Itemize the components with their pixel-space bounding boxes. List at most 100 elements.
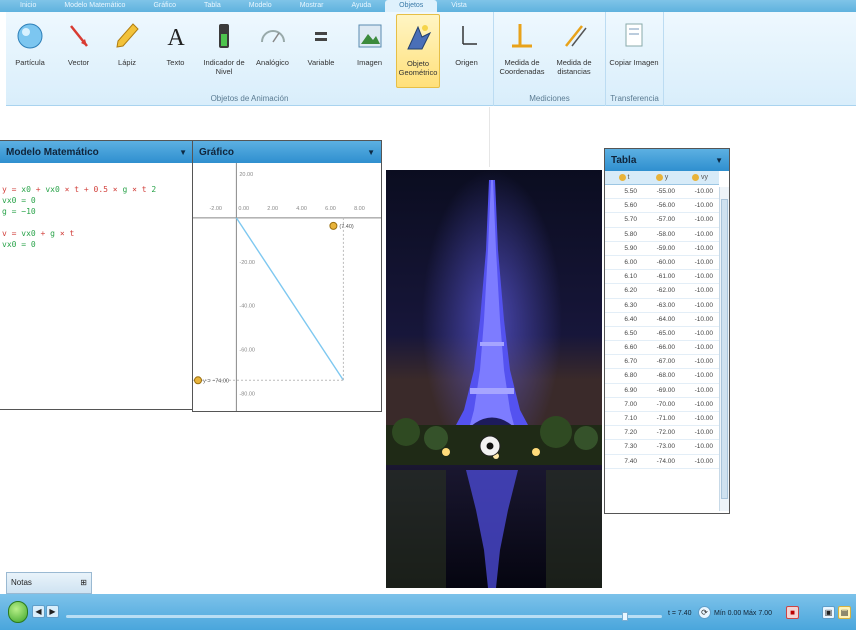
table-row[interactable]: 6.60 -66.00 -10.00 <box>605 341 719 356</box>
partícula-button[interactable]: Partícula <box>8 14 52 88</box>
analógico-button[interactable]: Analógico <box>251 14 295 88</box>
origin-icon <box>451 20 483 52</box>
vector-icon <box>63 20 95 52</box>
variable-dot-icon <box>692 173 699 181</box>
graph-header[interactable]: Gráfico ▼ <box>193 141 381 163</box>
objeto-geométrico-button[interactable]: Objeto Geométrico <box>396 14 440 88</box>
tab-modelo[interactable]: Modelo <box>235 0 286 12</box>
equation-line[interactable]: vx0 = 0 <box>2 240 193 249</box>
equation-line[interactable]: vx0 = 0 <box>2 196 193 205</box>
table-row[interactable]: 7.40 -74.00 -10.00 <box>605 455 719 469</box>
eiffel-tower-image <box>386 170 602 588</box>
equation-line[interactable]: g = −10 <box>2 207 193 216</box>
graph-plot[interactable]: -2.00 0.00 2.00 4.00 6.00 8.00 20.00 -20.00 -40.… <box>193 163 381 411</box>
chevron-down-icon[interactable]: ▼ <box>179 148 187 157</box>
medida-de-coordenadas-button[interactable]: Medida de Coordenadas <box>499 14 545 88</box>
pin-icon[interactable]: ⊞ <box>80 573 87 593</box>
graph-panel: Gráfico ▼ -2.00 0.00 2.00 4.00 6.00 8.00 20.00… <box>192 140 382 412</box>
animation-objects-group: Partícula Vector Lápiz A Texto Indicador de N… <box>6 12 494 106</box>
table-row[interactable]: 6.10 -61.00 -10.00 <box>605 270 719 285</box>
column-header[interactable]: y <box>643 171 681 184</box>
table-cell: 7.00 <box>624 400 637 408</box>
table-row[interactable]: 6.50 -65.00 -10.00 <box>605 327 719 342</box>
table-cell: -61.00 <box>656 273 675 281</box>
time-slider[interactable] <box>66 612 662 621</box>
equation-line[interactable] <box>2 218 193 227</box>
table-scrollbar-thumb[interactable] <box>721 199 728 499</box>
table-row[interactable]: 5.90 -59.00 -10.00 <box>605 242 719 256</box>
particle-icon <box>14 20 46 52</box>
step-back-button[interactable]: ◀ <box>32 605 45 618</box>
table-cell: -10.00 <box>694 230 713 238</box>
tab-objetos[interactable]: Objetos <box>385 0 438 12</box>
table-row[interactable]: 6.00 -60.00 -10.00 <box>605 256 719 271</box>
geometric-object-icon <box>402 21 434 53</box>
equation-line[interactable]: v = vx0 + g × t <box>2 229 193 238</box>
table-row[interactable]: 7.10 -71.00 -10.00 <box>605 412 719 427</box>
table-row[interactable]: 6.80 -68.00 -10.00 <box>605 369 719 384</box>
table-row[interactable]: 5.80 -58.00 -10.00 <box>605 228 719 242</box>
table-row[interactable]: 6.70 -67.00 -10.00 <box>605 355 719 370</box>
chevron-down-icon[interactable]: ▼ <box>367 148 375 157</box>
time-readout: t = 7.40 <box>668 610 692 617</box>
y-tick-label: -20.00 <box>239 260 255 266</box>
texto-button[interactable]: A Texto <box>154 14 198 88</box>
tab-mostrar[interactable]: Mostrar <box>286 0 338 12</box>
table-row[interactable]: 7.20 -72.00 -10.00 <box>605 426 719 441</box>
table-row[interactable]: 5.50 -55.00 -10.00 <box>605 185 719 200</box>
table-scrollbar[interactable] <box>719 187 729 511</box>
table-cell: 7.20 <box>624 429 637 437</box>
table-header[interactable]: Tabla ▼ <box>605 149 729 171</box>
table-row[interactable]: 6.30 -63.00 -10.00 <box>605 299 719 313</box>
chevron-down-icon[interactable]: ▼ <box>715 156 723 165</box>
notes-tab[interactable]: Notas ⊞ <box>6 572 92 594</box>
variable-dot-icon <box>655 173 663 181</box>
math-model-editor[interactable]: y = x0 + vx0 × t + 0.5 × g × t 2 vx0 = 0 g… <box>0 163 193 249</box>
table-body: 5.50 -55.00 -10.00 5.60 -56.00 -10.00 5.70 -57.… <box>605 185 719 469</box>
text-icon: A <box>160 20 192 52</box>
medida-de-distancias-button[interactable]: Medida de distancias <box>552 14 596 88</box>
table-row[interactable]: 5.60 -56.00 -10.00 <box>605 199 719 214</box>
table-cell: -10.00 <box>694 386 713 394</box>
table-row[interactable]: 7.30 -73.00 -10.00 <box>605 440 719 455</box>
variable-dot-icon <box>618 173 626 181</box>
tab-gráfico[interactable]: Gráfico <box>139 0 190 12</box>
lápiz-button[interactable]: Lápiz <box>105 14 149 88</box>
table-row[interactable]: 5.70 -57.00 -10.00 <box>605 213 719 228</box>
table-row[interactable]: 7.00 -70.00 -10.00 <box>605 398 719 412</box>
tab-modelo-matemático[interactable]: Modelo Matemático <box>50 0 139 12</box>
imagen-button[interactable]: Imagen <box>348 14 392 88</box>
column-header[interactable]: vy <box>681 171 719 184</box>
variable-button[interactable]: Variable <box>299 14 343 88</box>
table-cell: -10.00 <box>694 273 713 281</box>
table-cell: 6.30 <box>624 301 637 309</box>
math-model-header[interactable]: Modelo Matemático ▼ <box>0 141 193 163</box>
table-cell: -10.00 <box>694 358 713 366</box>
ribbon-button-label: Medida de distancias <box>556 58 592 76</box>
tab-tabla[interactable]: Tabla <box>190 0 235 12</box>
table-cell: -59.00 <box>656 244 675 252</box>
vector-button[interactable]: Vector <box>57 14 101 88</box>
column-header[interactable]: t <box>605 171 643 184</box>
table-row[interactable]: 6.40 -64.00 -10.00 <box>605 313 719 327</box>
view-icon[interactable]: ▣ <box>822 606 835 619</box>
time-slider-knob[interactable] <box>622 612 628 621</box>
table-cell: -71.00 <box>656 415 675 422</box>
table-row[interactable]: 6.90 -69.00 -10.00 <box>605 384 719 398</box>
tab-vista[interactable]: Vista <box>437 0 480 12</box>
step-forward-button[interactable]: ▶ <box>46 605 59 618</box>
play-button[interactable] <box>8 601 28 623</box>
layout-icon[interactable]: ▤ <box>838 606 851 619</box>
table-row[interactable]: 6.20 -62.00 -10.00 <box>605 284 719 299</box>
tab-inicio[interactable]: Inicio <box>6 0 50 12</box>
refresh-icon[interactable]: ⟳ <box>698 606 711 619</box>
copiar-imagen-button[interactable]: Copiar Imagen <box>609 14 659 88</box>
image-icon <box>354 20 386 52</box>
origen-button[interactable]: Origen <box>445 14 489 88</box>
stop-button[interactable]: ■ <box>786 606 799 619</box>
equation-line[interactable]: y = x0 + vx0 × t + 0.5 × g × t 2 <box>2 185 193 194</box>
tab-ayuda[interactable]: Ayuda <box>337 0 385 12</box>
indicador-de-nivel-button[interactable]: Indicador de Nivel <box>202 14 246 88</box>
table-cell: -10.00 <box>694 216 713 224</box>
table-cell: 6.90 <box>624 386 637 394</box>
